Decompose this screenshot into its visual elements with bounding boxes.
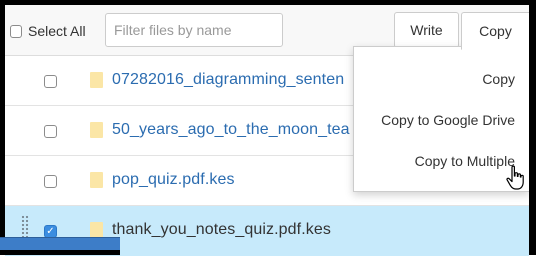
file-row-checkbox[interactable] [44, 125, 57, 138]
file-name-link[interactable]: 50_years_ago_to_the_moon_tea [112, 121, 350, 139]
write-button[interactable]: Write [394, 12, 459, 48]
file-icon [90, 122, 103, 138]
file-icon [90, 172, 103, 188]
file-name-link[interactable]: pop_quiz.pdf.kes [112, 171, 235, 189]
file-icon [90, 72, 103, 88]
filter-files-input[interactable] [105, 13, 283, 47]
menu-item-copy-to-google-drive[interactable]: Copy to Google Drive [381, 112, 515, 128]
select-all-control[interactable]: Select All [5, 17, 101, 45]
select-all-label: Select All [28, 23, 86, 39]
menu-item-copy[interactable]: Copy [482, 71, 515, 87]
file-name-link[interactable]: 07282016_diagramming_senten [112, 71, 344, 89]
copy-button[interactable]: Copy [461, 12, 529, 50]
file-row-checkbox[interactable] [44, 75, 57, 88]
checkmark-icon: ✓ [46, 225, 55, 237]
taskbar-strip [0, 237, 120, 250]
menu-item-copy-to-multiple[interactable]: Copy to Multiple [415, 153, 515, 169]
window-frame-right [529, 0, 536, 255]
file-row-checkbox[interactable] [44, 175, 57, 188]
file-icon [90, 222, 103, 238]
hand-pointer-icon [506, 165, 524, 190]
file-name-link[interactable]: thank_you_notes_quiz.pdf.kes [112, 221, 331, 239]
copy-dropdown-menu: Copy Copy to Google Drive Copy to Multip… [353, 46, 529, 192]
select-all-checkbox[interactable] [10, 24, 22, 38]
